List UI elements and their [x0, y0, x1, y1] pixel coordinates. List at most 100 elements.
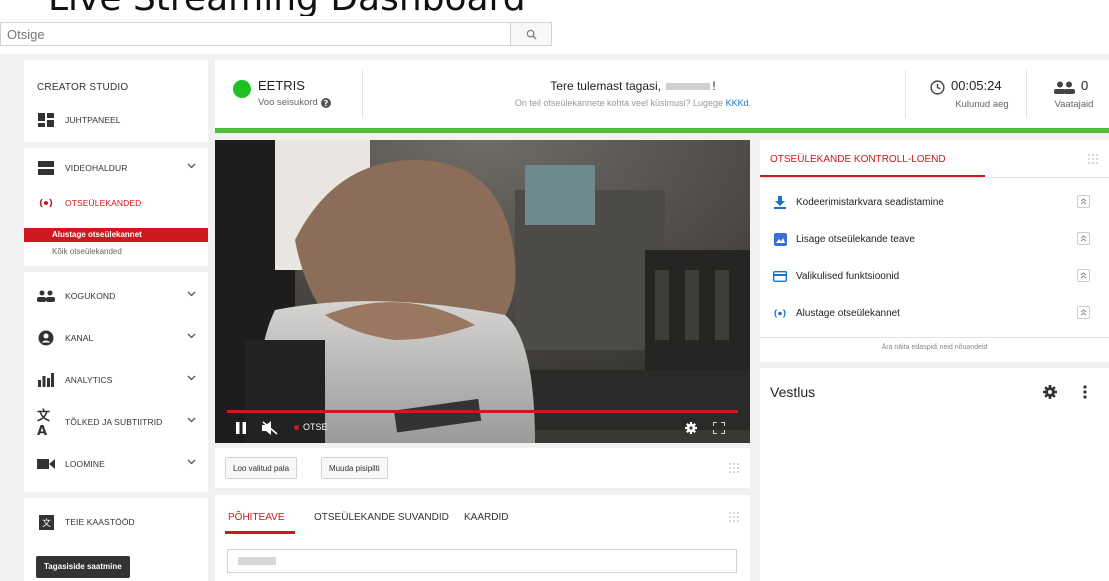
drag-handle-icon[interactable]: [729, 512, 739, 522]
sidebar-item-label: TÕLKED JA SUBTIITRID: [65, 417, 163, 427]
clock-icon: [930, 80, 945, 95]
help-tail: .: [748, 98, 752, 108]
fullscreen-button[interactable]: [713, 422, 725, 434]
more-vertical-icon: [1083, 385, 1087, 399]
live-badge: OTSE: [294, 422, 328, 432]
checklist-item-encoder-setup[interactable]: Kodeerimistarkvara seadistamine: [772, 192, 1090, 212]
sidebar-divider: [24, 266, 208, 272]
search-button[interactable]: [510, 22, 552, 46]
search-icon: [526, 29, 537, 40]
divider: [1026, 70, 1027, 118]
mute-button[interactable]: [262, 421, 278, 435]
sidebar-item-analytics[interactable]: ANALYTICS: [37, 370, 208, 390]
viewers-icon: [1054, 81, 1075, 94]
gear-icon: [1043, 385, 1057, 399]
sidebar-item-channel[interactable]: KANAL: [37, 328, 208, 348]
faq-link[interactable]: KKKd: [726, 98, 749, 108]
help-icon: ?: [320, 97, 331, 108]
chevron-down-icon: [187, 459, 196, 465]
creator-studio-sidebar: CREATOR STUDIO JUHTPANEEL VIDEOHALDUR OT…: [24, 60, 208, 581]
sidebar-item-translations[interactable]: 文A TÕLKED JA SUBTIITRID: [37, 409, 208, 439]
sidebar-item-label: ANALYTICS: [65, 375, 113, 385]
volume-muted-icon: [262, 421, 278, 435]
chevron-down-icon: [187, 417, 196, 423]
sidebar-subitem-start-stream[interactable]: Alustage otseülekannet: [24, 228, 208, 242]
elapsed-time-value: 00:05:24: [951, 78, 1002, 93]
tab-stream-options[interactable]: OTSEÜLEKANDE SUVANDID: [314, 512, 449, 523]
checklist-item-label: Alustage otseülekannet: [796, 307, 900, 319]
checklist-item-start-stream[interactable]: Alustage otseülekannet: [772, 303, 1090, 323]
live-dot: [294, 424, 299, 430]
sidebar-divider: [24, 142, 208, 148]
chevron-down-icon: [187, 375, 196, 381]
stream-title-field[interactable]: [227, 549, 737, 573]
chat-title: Vestlus: [770, 384, 816, 400]
checklist-item-optional-features[interactable]: Valikulised funktsioonid: [772, 266, 1090, 286]
dashboard-icon: [37, 112, 55, 128]
dismiss-tips-link[interactable]: Ära näita edaspidi neid nõuandeid: [760, 344, 1109, 351]
send-feedback-button[interactable]: Tagasiside saatmine: [36, 556, 130, 578]
expand-icon[interactable]: [1077, 306, 1090, 319]
tab-basic-info[interactable]: PÕHITEAVE: [228, 512, 285, 523]
divider: [760, 337, 1109, 338]
drag-handle-icon[interactable]: [729, 463, 739, 473]
help-text: On teil otseülekannete kohta veel küsimu…: [514, 98, 724, 108]
tab-cards[interactable]: KAARDID: [464, 512, 508, 523]
settings-button[interactable]: [685, 422, 697, 434]
live-broadcast-icon: [772, 308, 788, 319]
live-video-player[interactable]: OTSE: [215, 140, 750, 443]
sidebar-item-label: VIDEOHALDUR: [65, 163, 128, 173]
elapsed-time-label: Kulunud aeg: [955, 99, 1009, 110]
community-icon: [37, 288, 55, 304]
help-message: On teil otseülekannete kohta veel küsimu…: [362, 98, 904, 108]
stream-health-label: Voo seisukord: [258, 97, 318, 108]
sidebar-item-video-manager[interactable]: VIDEOHALDUR: [37, 158, 208, 178]
live-status-label: EETRIS: [258, 78, 305, 93]
stream-checklist-panel: OTSEÜLEKANDE KONTROLL-LOEND Kodeerimista…: [760, 140, 1109, 362]
channel-icon: [37, 330, 55, 346]
chat-settings-button[interactable]: [1043, 385, 1057, 404]
sidebar-item-dashboard[interactable]: JUHTPANEEL: [37, 110, 208, 130]
checklist-item-label: Kodeerimistarkvara seadistamine: [796, 196, 944, 208]
sidebar-item-contributions[interactable]: 文 TEIE KAASTÖÖD: [37, 512, 208, 532]
live-status-indicator: [233, 80, 251, 98]
sidebar-item-community[interactable]: KOGUKOND: [37, 286, 208, 306]
redacted-title: [238, 557, 276, 565]
chevron-down-icon: [187, 291, 196, 297]
drag-handle-icon[interactable]: [1088, 154, 1098, 164]
translate-icon: 文A: [37, 409, 51, 439]
sidebar-subitem-label: Alustage otseülekannet: [52, 230, 142, 239]
info-image-icon: [772, 232, 788, 246]
video-preview-image: [215, 140, 750, 443]
sidebar-item-label: OTSEÜLEKANDED: [65, 198, 142, 208]
welcome-text: Tere tulemast tagasi,: [550, 79, 662, 93]
chevron-down-icon: [187, 163, 196, 169]
fullscreen-icon: [713, 422, 725, 434]
card-icon: [772, 270, 788, 282]
sidebar-item-live-streaming[interactable]: OTSEÜLEKANDED: [37, 193, 208, 213]
stream-health-bar: [215, 128, 1109, 133]
chat-more-button[interactable]: [1083, 385, 1087, 404]
change-thumbnail-button[interactable]: Muuda pisipilti: [321, 457, 388, 479]
sidebar-item-label: KOGUKOND: [65, 291, 116, 301]
divider: [362, 70, 363, 118]
viewers-label: Vaatajaid: [1054, 99, 1094, 110]
stream-health-link[interactable]: Voo seisukord ?: [258, 97, 331, 108]
pause-button[interactable]: [235, 422, 247, 434]
sidebar-subitem-all-streams[interactable]: Kõik otseülekanded: [52, 247, 122, 256]
chevron-down-icon: [187, 333, 196, 339]
download-icon: [772, 195, 788, 209]
create-clip-button[interactable]: Loo valitud pala: [225, 457, 298, 479]
expand-icon[interactable]: [1077, 232, 1090, 245]
stream-status-card: EETRIS Voo seisukord ? Tere tulemast tag…: [215, 60, 1109, 128]
search-input[interactable]: [0, 22, 510, 46]
expand-icon[interactable]: [1077, 195, 1090, 208]
divider: [905, 70, 906, 118]
checklist-item-label: Lisage otseülekande teave: [796, 233, 915, 245]
live-badge-text: OTSE: [303, 422, 328, 432]
svg-text:?: ?: [323, 99, 328, 108]
expand-icon[interactable]: [1077, 269, 1090, 282]
checklist-item-stream-info[interactable]: Lisage otseülekande teave: [772, 229, 1090, 249]
sidebar-item-create[interactable]: LOOMINE: [37, 454, 208, 474]
gear-icon: [685, 422, 697, 434]
